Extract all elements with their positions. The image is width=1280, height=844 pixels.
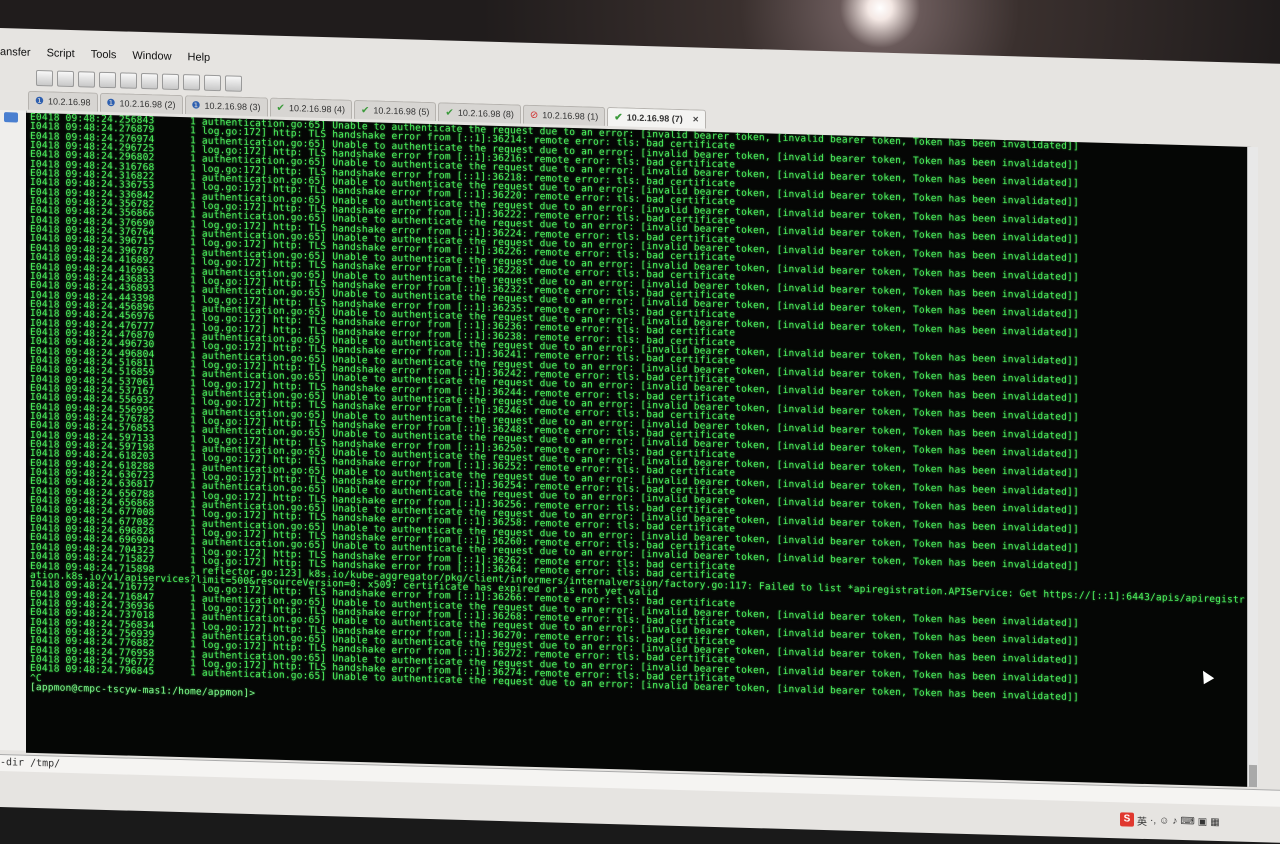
terminal-text: E0418 09:48:24.256843 1 authentication.g… <box>26 113 1252 727</box>
menu-item-0[interactable]: ansfer <box>0 42 31 63</box>
tab-label: 10.2.16.98 (5) <box>373 105 430 117</box>
punctuation-icon[interactable]: ·, <box>1150 815 1156 826</box>
tab-session-6[interactable]: ⊘ 10.2.16.98 (1) <box>522 104 606 126</box>
tab-label: 10.2.16.98 (2) <box>119 98 176 110</box>
voice-icon[interactable]: ♪ <box>1172 815 1177 826</box>
tab-session-5[interactable]: ✔ 10.2.16.98 (8) <box>438 102 521 124</box>
tab-session-4[interactable]: ✔ 10.2.16.98 (5) <box>353 99 437 122</box>
tab-label: 10.2.16.98 <box>47 96 91 108</box>
tab-label: 10.2.16.98 (8) <box>457 107 514 120</box>
folder-icon[interactable] <box>57 70 74 88</box>
tab-session-7[interactable]: ✔ 10.2.16.98 (7) × <box>607 106 706 129</box>
help-icon[interactable] <box>204 74 221 92</box>
paste-icon[interactable] <box>120 72 137 89</box>
tab-session-3[interactable]: ✔ 10.2.16.98 (4) <box>269 97 352 119</box>
session-manager-gutter <box>0 110 27 751</box>
tab-label: 10.2.16.98 (1) <box>542 110 599 122</box>
settings-icon[interactable] <box>162 73 179 90</box>
ime-language-indicator[interactable]: 英 <box>1137 812 1147 827</box>
session-icon[interactable] <box>4 112 18 123</box>
tab-label: 10.2.16.98 (7) <box>626 112 683 125</box>
ime-sogou-icon[interactable]: S <box>1120 812 1134 827</box>
session-status-ok-icon: ✔ <box>360 104 370 116</box>
session-status-err-icon: ⊘ <box>529 109 539 121</box>
print-icon[interactable] <box>141 72 158 90</box>
tab-label: 10.2.16.98 (4) <box>288 103 345 115</box>
session-status-info-icon: ❶ <box>191 99 201 112</box>
session-status-info-icon: ❶ <box>35 95 44 107</box>
menu-item-1[interactable]: Script <box>47 43 75 64</box>
menu-item-3[interactable]: Window <box>132 46 171 67</box>
reconnect-icon[interactable] <box>36 70 53 87</box>
session-status-ok-icon: ✔ <box>445 106 454 119</box>
keyboard-icon[interactable]: ⌨ <box>1180 815 1194 826</box>
command-window-text: -dir /tmp/ <box>0 757 61 770</box>
tab-session-2[interactable]: ❶ 10.2.16.98 (3) <box>184 95 268 117</box>
tab-label: 10.2.16.98 (3) <box>204 100 261 113</box>
close-tab-icon[interactable]: × <box>693 114 699 125</box>
status-tray: S 英 ·, ☺ ♪ ⌨ ▣ ▦ <box>1120 811 1220 830</box>
terminal-scrollbar[interactable] <box>1247 146 1258 788</box>
tab-session-1[interactable]: ❶ 10.2.16.98 (2) <box>99 92 183 115</box>
scrollbar-thumb[interactable] <box>1249 764 1257 788</box>
menu-item-2[interactable]: Tools <box>91 45 117 66</box>
key-icon[interactable] <box>183 74 200 91</box>
tools-icon[interactable]: ▦ <box>1210 816 1219 827</box>
menu-item-4[interactable]: Help <box>188 47 211 68</box>
keymap-icon[interactable] <box>225 75 242 92</box>
session-status-ok-icon: ✔ <box>614 111 623 123</box>
skin-icon[interactable]: ▣ <box>1198 816 1207 827</box>
session-status-info-icon: ❶ <box>106 97 116 109</box>
securecrt-window: ansfer Script Tools Window Help ❶ 10.2.16.98 ❶… <box>0 28 1280 843</box>
emoji-icon[interactable]: ☺ <box>1159 815 1169 826</box>
copy-icon[interactable] <box>99 71 116 89</box>
terminal-output[interactable]: E0418 09:48:24.256843 1 authentication.g… <box>26 112 1252 787</box>
tab-session-0[interactable]: ❶ 10.2.16.98 <box>28 90 98 112</box>
find-icon[interactable] <box>78 71 95 88</box>
session-status-ok-icon: ✔ <box>276 102 285 114</box>
